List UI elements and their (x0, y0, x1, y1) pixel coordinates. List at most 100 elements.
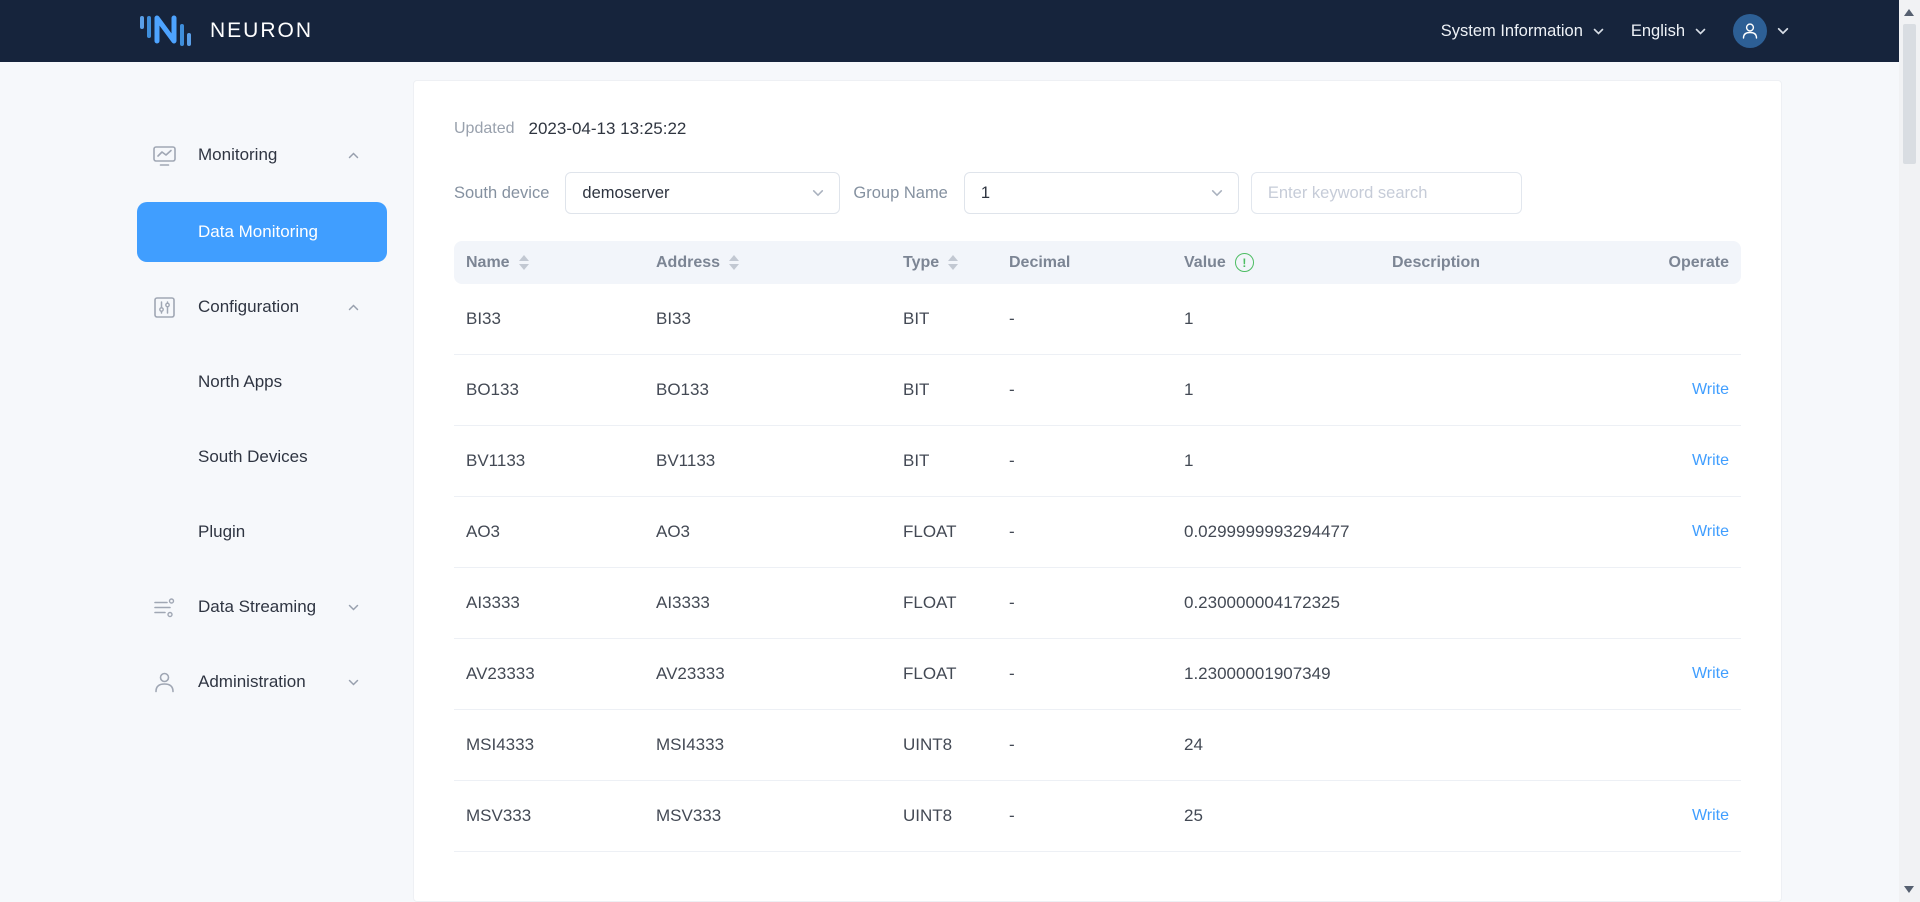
cell-address: MSV333 (656, 806, 722, 825)
sidebar-item-data-monitoring[interactable]: Data Monitoring (137, 202, 387, 262)
cell-decimal: - (1009, 593, 1015, 612)
scrollbar-down-icon[interactable] (1904, 886, 1914, 893)
cell-name: MSI4333 (466, 735, 535, 754)
cell-value: 0.0299999993294477 (1184, 522, 1350, 541)
content-card: Updated 2023-04-13 13:25:22 South device… (413, 80, 1782, 902)
group-name-value: 1 (980, 183, 991, 202)
monitoring-icon (151, 142, 178, 169)
cell-decimal: - (1009, 735, 1015, 754)
cell-decimal: - (1009, 380, 1015, 399)
sidebar-item-configuration[interactable]: Configuration (0, 279, 413, 335)
cell-address: AV23333 (656, 664, 725, 683)
cell-type: BIT (903, 451, 930, 470)
sidebar-item-plugin[interactable]: Plugin (0, 504, 413, 560)
column-header-type[interactable]: Type (891, 254, 997, 272)
sidebar-item-label: Monitoring (198, 145, 278, 164)
sidebar-item-label: South Devices (198, 447, 308, 466)
table-header-row: Name Address Type Decimal Value ! Descri… (454, 241, 1741, 284)
column-header-address[interactable]: Address (644, 254, 891, 272)
column-header-decimal: Decimal (1009, 253, 1071, 271)
cell-name: BI33 (466, 309, 501, 328)
write-link[interactable]: Write (1692, 807, 1729, 825)
language-label: English (1630, 21, 1685, 40)
cell-name: BO133 (466, 380, 519, 399)
cell-type: FLOAT (903, 593, 957, 612)
neuron-logo: NEURON (137, 10, 313, 52)
table-body: BI33 BI33 BIT - 1 BO133 BO133 BIT - 1 Wr… (454, 284, 1741, 852)
chevron-down-icon (1592, 25, 1605, 38)
write-link[interactable]: Write (1692, 452, 1729, 470)
group-name-select[interactable]: 1 (963, 172, 1239, 214)
value-info-icon[interactable] (1234, 253, 1254, 272)
table-row: BI33 BI33 BIT - 1 (454, 284, 1741, 355)
sidebar-item-label: Plugin (198, 522, 246, 541)
cell-address: MSI4333 (656, 735, 725, 754)
configuration-icon (151, 294, 178, 321)
cell-name: MSV333 (466, 806, 532, 825)
data-table: Name Address Type Decimal Value ! Descri… (454, 241, 1741, 852)
language-menu[interactable]: English (1631, 22, 1707, 41)
cell-address: BI33 (656, 309, 691, 328)
cell-name: AO3 (466, 522, 501, 541)
user-avatar[interactable] (1733, 14, 1767, 48)
user-menu-toggle[interactable] (1767, 24, 1790, 38)
cell-decimal: - (1009, 664, 1015, 683)
cell-value: 25 (1184, 806, 1203, 825)
keyword-search-input[interactable] (1250, 172, 1522, 214)
cell-value: 1 (1184, 380, 1194, 399)
cell-type: UINT8 (903, 735, 953, 754)
south-device-value: demoserver (582, 183, 670, 202)
cell-type: BIT (903, 309, 930, 328)
brand-title: NEURON (210, 19, 314, 42)
cell-type: FLOAT (903, 664, 957, 683)
write-link[interactable]: Write (1692, 523, 1729, 541)
table-row: AI3333 AI3333 FLOAT - 0.230000004172325 (454, 568, 1741, 639)
column-header-value: Value (1172, 253, 1380, 272)
main-content: Updated 2023-04-13 13:25:22 South device… (413, 62, 1920, 902)
sidebar-item-label: North Apps (198, 372, 283, 391)
cell-address: AI3333 (656, 593, 710, 612)
system-information-label: System Information (1440, 21, 1583, 40)
updated-row: Updated 2023-04-13 13:25:22 (454, 119, 1741, 139)
cell-type: UINT8 (903, 806, 953, 825)
chevron-down-icon (1694, 25, 1707, 38)
write-link[interactable]: Write (1692, 665, 1729, 683)
sidebar-item-administration[interactable]: Administration (0, 654, 413, 710)
data-streaming-icon (151, 594, 178, 621)
system-information-menu[interactable]: System Information (1441, 22, 1605, 41)
cell-value: 1 (1184, 309, 1194, 328)
table-row: BO133 BO133 BIT - 1 Write (454, 355, 1741, 426)
scrollbar-thumb[interactable] (1903, 24, 1916, 164)
column-header-name[interactable]: Name (454, 254, 644, 272)
page-scrollbar[interactable] (1899, 0, 1920, 902)
sidebar-item-label: Data Streaming (198, 597, 317, 616)
sort-icon[interactable] (729, 255, 740, 270)
chevron-down-icon (1776, 24, 1790, 38)
cell-value: 1.23000001907349 (1184, 664, 1331, 683)
sort-icon[interactable] (948, 255, 959, 270)
chevron-down-icon (347, 601, 360, 614)
neuron-logo-icon (137, 10, 195, 52)
cell-type: BIT (903, 380, 930, 399)
sort-icon[interactable] (518, 255, 529, 270)
cell-name: BV1133 (466, 451, 526, 470)
cell-value: 24 (1184, 735, 1203, 754)
sidebar-item-monitoring[interactable]: Monitoring (0, 127, 413, 183)
cell-decimal: - (1009, 451, 1015, 470)
filter-row: South device demoserver Group Name 1 (454, 172, 1741, 214)
scrollbar-up-icon[interactable] (1904, 9, 1914, 16)
cell-value: 0.230000004172325 (1184, 593, 1340, 612)
cell-name: AV23333 (466, 664, 535, 683)
south-device-label: South device (454, 183, 550, 202)
cell-decimal: - (1009, 309, 1015, 328)
sidebar-item-north-apps[interactable]: North Apps (0, 354, 413, 410)
write-link[interactable]: Write (1692, 381, 1729, 399)
sidebar-item-data-streaming[interactable]: Data Streaming (0, 579, 413, 635)
south-device-select[interactable]: demoserver (565, 172, 841, 214)
sidebar-item-south-devices[interactable]: South Devices (0, 429, 413, 485)
updated-timestamp: 2023-04-13 13:25:22 (528, 119, 687, 138)
administration-icon (151, 669, 178, 696)
cell-address: BO133 (656, 380, 709, 399)
column-header-description: Description (1392, 253, 1481, 271)
sidebar-item-label: Configuration (198, 297, 300, 316)
